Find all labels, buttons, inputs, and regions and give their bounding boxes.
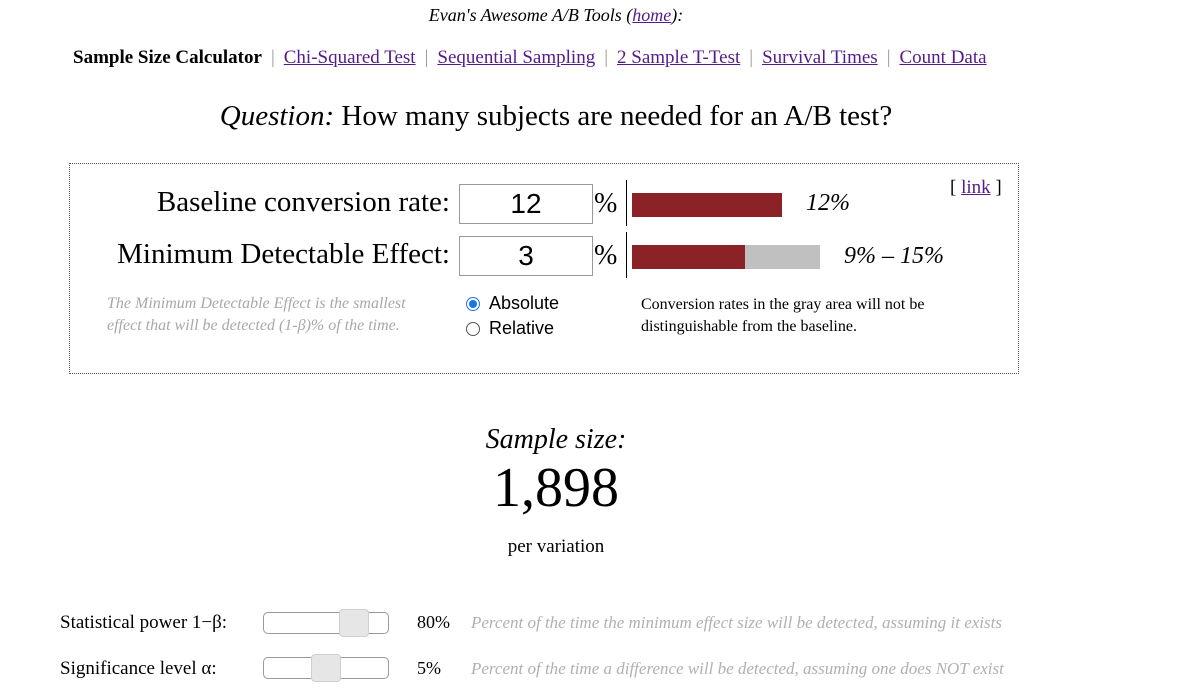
mde-description: The Minimum Detectable Effect is the sma…	[107, 293, 447, 337]
radio-relative-label: Relative	[489, 318, 555, 338]
mde-percent: %	[594, 240, 618, 271]
mde-bar-dark	[632, 245, 745, 269]
significance-label: Significance level α:	[60, 658, 217, 679]
nav-item-sequential-sampling[interactable]: Sequential Sampling	[437, 47, 595, 68]
mde-bar-gray	[745, 245, 820, 269]
sample-size-heading: Sample size:	[485, 424, 627, 455]
mde-bar-axis	[626, 232, 627, 278]
sample-size-unit: per variation	[507, 536, 605, 557]
baseline-bar-label: 12%	[806, 190, 850, 216]
gray-area-note: Conversion rates in the gray area will n…	[641, 294, 981, 338]
radio-absolute[interactable]: Absolute	[466, 293, 559, 314]
mde-range-label: 9% – 15%	[844, 243, 944, 269]
permalink: [ link ]	[950, 177, 1002, 199]
nav-separator: |	[604, 47, 609, 68]
power-label: Statistical power 1−β:	[60, 612, 228, 633]
radio-absolute-label: Absolute	[489, 293, 560, 313]
mde-description-line: The Minimum Detectable Effect is the sma…	[107, 295, 406, 312]
permalink-link[interactable]: link	[961, 177, 991, 198]
nav-item-two-sample-t-test[interactable]: 2 Sample T-Test	[617, 47, 740, 68]
baseline-bar	[632, 193, 782, 217]
tools-header: Evan's Awesome A/B Tools (home):	[0, 5, 1112, 26]
significance-value: 5%	[417, 658, 441, 678]
mde-label: Minimum Detectable Effect:	[117, 238, 450, 270]
mde-description-line: effect that will be detected (1-β)% of t…	[107, 317, 400, 334]
permalink-close-bracket: ]	[995, 177, 1002, 198]
baseline-percent: %	[594, 188, 618, 219]
mde-input[interactable]	[459, 236, 593, 276]
question-prefix: Question:	[219, 100, 335, 132]
tools-title-suffix: ):	[671, 5, 684, 25]
nav-separator: |	[424, 47, 429, 68]
nav-item-count-data[interactable]: Count Data	[900, 47, 987, 68]
nav-separator: |	[749, 47, 754, 68]
baseline-label: Baseline conversion rate:	[156, 186, 450, 218]
radio-relative-circle[interactable]	[466, 321, 480, 336]
baseline-bar-axis	[626, 180, 627, 226]
nav-separator: |	[886, 47, 891, 68]
radio-absolute-circle[interactable]	[466, 296, 480, 311]
baseline-input[interactable]	[459, 184, 593, 224]
nav-item-survival-times[interactable]: Survival Times	[762, 47, 878, 68]
nav-separator: |	[270, 47, 275, 68]
tools-title-prefix: Evan's Awesome A/B Tools (	[428, 5, 633, 25]
power-slider-handle[interactable]	[339, 609, 369, 637]
permalink-open-bracket: [	[950, 177, 957, 198]
radio-relative[interactable]: Relative	[466, 318, 554, 339]
gray-area-note-line: distinguishable from the baseline.	[641, 318, 857, 335]
tool-nav: Sample Size Calculator | Chi-Squared Test |…	[73, 47, 987, 69]
sample-size-value: 1,898	[493, 457, 619, 519]
significance-slider-handle[interactable]	[311, 654, 341, 682]
nav-item-chi-squared[interactable]: Chi-Squared Test	[284, 47, 416, 68]
power-value: 80%	[417, 612, 450, 632]
gray-area-note-line: Conversion rates in the gray area will n…	[641, 296, 925, 313]
question-text: How many subjects are needed for an A/B …	[341, 100, 893, 132]
nav-item-sample-size: Sample Size Calculator	[73, 47, 262, 68]
significance-note: Percent of the time a difference will be…	[471, 659, 1004, 678]
power-slider[interactable]	[263, 612, 389, 634]
home-link[interactable]: home	[632, 5, 671, 25]
power-note: Percent of the time the minimum effect s…	[471, 613, 1002, 632]
page-question: Question: How many subjects are needed f…	[0, 100, 1112, 133]
